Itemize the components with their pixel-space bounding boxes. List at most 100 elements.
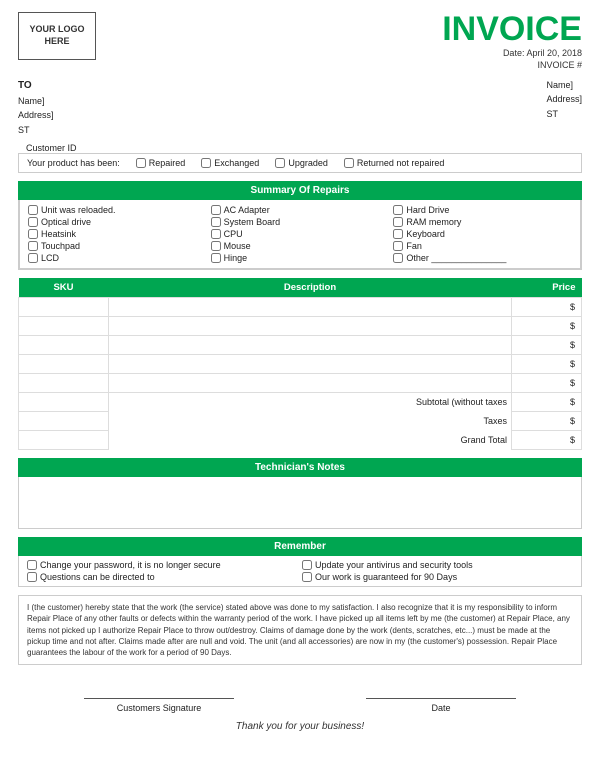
remember-section: Remember Change your password, it is no … (18, 537, 582, 587)
to-label: TO (18, 78, 54, 94)
logo-box: YOUR LOGO HERE (18, 12, 96, 60)
repairs-grid: Unit was reloaded. AC Adapter Hard Drive… (19, 200, 581, 269)
repair-item-optical[interactable]: Optical drive (28, 217, 207, 227)
status-upgraded[interactable]: Upgraded (275, 158, 328, 168)
table-row: $ (19, 355, 582, 374)
billing-left: TO Name] Address] ST (18, 78, 54, 137)
repair-item-touch[interactable]: Touchpad (28, 241, 207, 251)
desc-cell (109, 336, 512, 355)
repair-item-ram[interactable]: RAM memory (393, 217, 572, 227)
repair-item-fan[interactable]: Fan (393, 241, 572, 251)
grand-empty1 (19, 431, 109, 450)
repair-item-lcd[interactable]: LCD (28, 253, 207, 263)
table-row: $ (19, 317, 582, 336)
status-returned[interactable]: Returned not repaired (344, 158, 445, 168)
desc-cell (109, 298, 512, 317)
logo-text: YOUR LOGO HERE (29, 24, 84, 47)
summary-header: Summary Of Repairs (18, 181, 582, 200)
repair-item-cpu[interactable]: CPU (211, 229, 390, 239)
repair-item-mouse[interactable]: Mouse (211, 241, 390, 251)
date-signature-line (366, 679, 516, 699)
desc-cell (109, 374, 512, 393)
checkbox-returned[interactable] (344, 158, 354, 168)
checkbox-exchanged[interactable] (201, 158, 211, 168)
date-signature-label: Date (431, 703, 450, 713)
price-cell: $ (512, 355, 582, 374)
date-signature-block: Date (366, 679, 516, 713)
billing-address-right: Address] (546, 92, 582, 106)
checkbox-upgraded[interactable] (275, 158, 285, 168)
taxes-empty1 (19, 412, 109, 431)
desc-cell (109, 317, 512, 336)
grand-total-value: $ (512, 431, 582, 450)
upgraded-label: Upgraded (288, 158, 328, 168)
sku-cell (19, 355, 109, 374)
notes-body[interactable] (18, 477, 582, 529)
repair-item-1[interactable]: Unit was reloaded. (28, 205, 207, 215)
exchanged-label: Exchanged (214, 158, 259, 168)
header-section: YOUR LOGO HERE INVOICE Date: April 20, 2… (18, 12, 582, 70)
price-cell: $ (512, 317, 582, 336)
invoice-date: Date: April 20, 2018 (442, 48, 582, 58)
billing-state-right: ST (546, 107, 582, 121)
customer-signature-block: Customers Signature (84, 679, 234, 713)
subtotal-empty1 (19, 393, 109, 412)
returned-label: Returned not repaired (357, 158, 445, 168)
customer-id: Customer ID (26, 143, 582, 153)
billing-state-left: ST (18, 123, 54, 137)
taxes-label: Taxes (109, 412, 512, 431)
taxes-value: $ (512, 412, 582, 431)
billing-section: TO Name] Address] ST Name] Address] ST (18, 78, 582, 137)
repair-item-kb[interactable]: Keyboard (393, 229, 572, 239)
customer-signature-line (84, 679, 234, 699)
grand-total-label: Grand Total (109, 431, 512, 450)
sku-cell (19, 374, 109, 393)
table-row: $ (19, 298, 582, 317)
status-repaired[interactable]: Repaired (136, 158, 186, 168)
repaired-label: Repaired (149, 158, 186, 168)
sku-cell (19, 298, 109, 317)
product-status-bar: Your product has been: Repaired Exchange… (18, 153, 582, 173)
billing-name-right: Name] (546, 78, 582, 92)
table-row: $ (19, 374, 582, 393)
checkbox-repaired[interactable] (136, 158, 146, 168)
repair-item-sb[interactable]: System Board (211, 217, 390, 227)
table-row: $ (19, 336, 582, 355)
taxes-row: Taxes $ (19, 412, 582, 431)
desc-cell (109, 355, 512, 374)
repairs-wrapper: Unit was reloaded. AC Adapter Hard Drive… (18, 200, 582, 270)
remember-header: Remember (18, 537, 582, 556)
repair-item-other[interactable]: Other _______________ (393, 253, 572, 263)
sku-cell (19, 336, 109, 355)
subtotal-value: $ (512, 393, 582, 412)
price-cell: $ (512, 336, 582, 355)
repair-item-hinge[interactable]: Hinge (211, 253, 390, 263)
product-status-label: Your product has been: (27, 158, 120, 168)
subtotal-label: Subtotal (without taxes (109, 393, 512, 412)
remember-item-questions[interactable]: Questions can be directed to (27, 572, 298, 582)
repair-item-hd[interactable]: Hard Drive (393, 205, 572, 215)
price-cell: $ (512, 298, 582, 317)
thank-you-footer: Thank you for your business! (18, 721, 582, 732)
summary-section: Summary Of Repairs Unit was reloaded. AC… (18, 181, 582, 270)
disclaimer-text: I (the customer) hereby state that the w… (27, 603, 570, 657)
notes-section: Technician's Notes (18, 458, 582, 529)
billing-right: Name] Address] ST (546, 78, 582, 137)
remember-item-guarantee[interactable]: Our work is guaranteed for 90 Days (302, 572, 573, 582)
invoice-title-block: INVOICE Date: April 20, 2018 INVOICE # (442, 12, 582, 70)
price-col-header: Price (512, 278, 582, 298)
desc-col-header: Description (109, 278, 512, 298)
billing-name-left: Name] (18, 94, 54, 108)
billing-address-left: Address] (18, 108, 54, 122)
invoice-number: INVOICE # (442, 60, 582, 70)
repair-item-ac[interactable]: AC Adapter (211, 205, 390, 215)
remember-item-password[interactable]: Change your password, it is no longer se… (27, 560, 298, 570)
repair-item-heat[interactable]: Heatsink (28, 229, 207, 239)
customer-signature-label: Customers Signature (117, 703, 202, 713)
remember-item-antivirus[interactable]: Update your antivirus and security tools (302, 560, 573, 570)
sku-table: SKU Description Price $ $ $ $ $ (18, 278, 582, 450)
remember-grid: Change your password, it is no longer se… (18, 556, 582, 587)
price-cell: $ (512, 374, 582, 393)
sku-cell (19, 317, 109, 336)
status-exchanged[interactable]: Exchanged (201, 158, 259, 168)
